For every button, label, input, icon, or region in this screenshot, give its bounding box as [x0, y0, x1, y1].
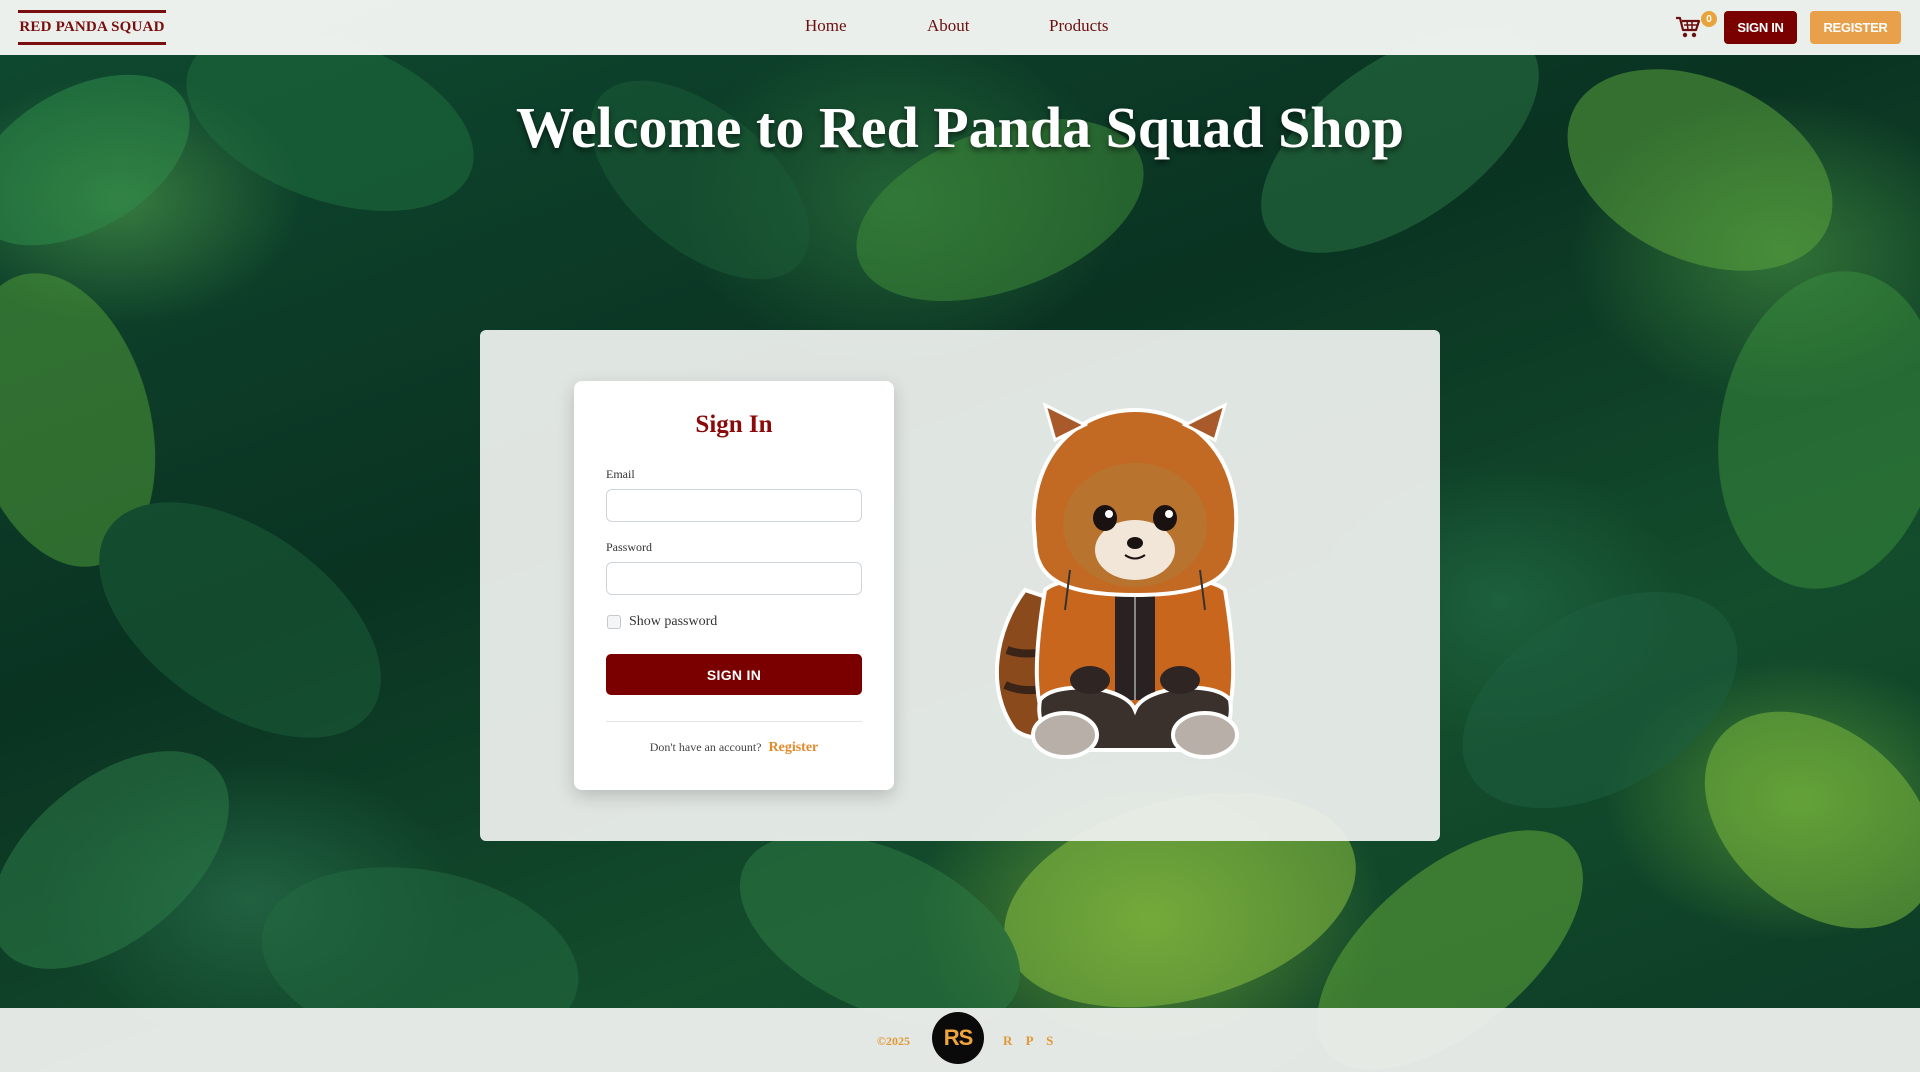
- page-footer: ©2025 RS R P S: [0, 1008, 1920, 1072]
- email-label: Email: [606, 467, 635, 481]
- sign-in-submit-button[interactable]: SIGN IN: [606, 654, 862, 695]
- register-link[interactable]: Register: [769, 740, 819, 755]
- footer-tagline: R P S: [1003, 1033, 1059, 1048]
- show-password-label[interactable]: Show password: [629, 614, 717, 630]
- no-account-text: Don't have an account?: [649, 740, 762, 754]
- signin-card: Sign In Email Password Show password SIG…: [574, 381, 894, 790]
- cart-icon[interactable]: [1674, 14, 1702, 40]
- footer-logo: RS: [932, 1012, 984, 1064]
- top-navbar: RED PANDA SQUAD Home About Products 0 SI…: [0, 0, 1920, 55]
- password-field[interactable]: [606, 562, 862, 595]
- register-prompt: Don't have an account? Register: [574, 740, 894, 756]
- red-panda-mascot-image: [985, 400, 1275, 770]
- email-field[interactable]: [606, 489, 862, 522]
- password-label: Password: [606, 540, 653, 554]
- cart-count-badge: 0: [1701, 11, 1717, 27]
- nav-link-about[interactable]: About: [927, 16, 970, 36]
- nav-sign-in-button[interactable]: SIGN IN: [1724, 11, 1797, 44]
- nav-links: Home About Products: [0, 0, 1920, 55]
- nav-link-home[interactable]: Home: [805, 16, 847, 36]
- form-divider: [606, 721, 862, 722]
- nav-link-products[interactable]: Products: [1049, 16, 1109, 36]
- hero-title: Welcome to Red Panda Squad Shop: [516, 95, 1404, 160]
- copyright-text: ©2025: [877, 1034, 910, 1048]
- brand-logo[interactable]: RED PANDA SQUAD: [18, 10, 166, 45]
- show-password-checkbox[interactable]: [607, 615, 621, 629]
- nav-register-button[interactable]: REGISTER: [1810, 11, 1901, 44]
- signin-title: Sign In: [695, 411, 773, 438]
